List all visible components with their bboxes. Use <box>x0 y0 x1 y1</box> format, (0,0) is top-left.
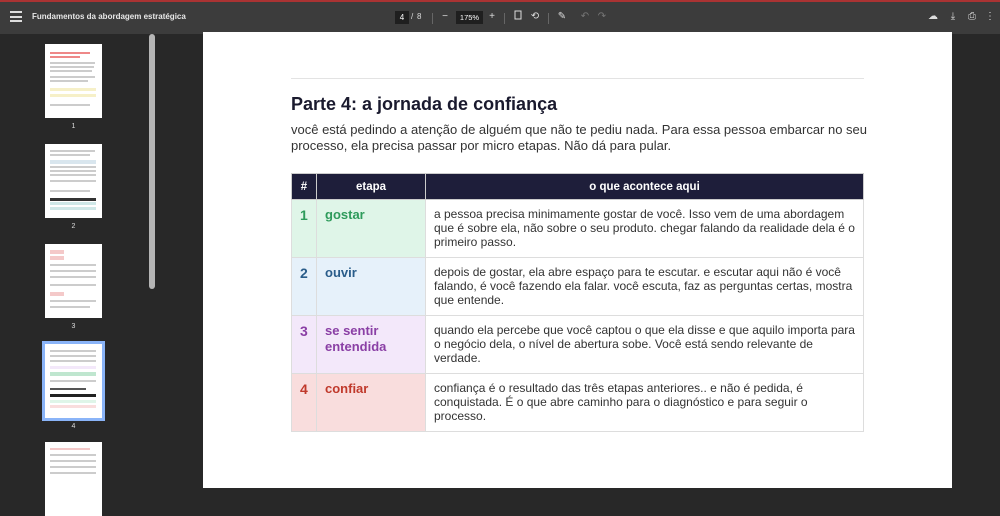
download-icon[interactable]: ⤓ <box>946 10 960 24</box>
thumbnail-label: 3 <box>71 323 76 330</box>
table-row: 3 se sentir entendida quando ela percebe q… <box>291 315 864 374</box>
step-number: 2 <box>291 257 317 316</box>
thumbnail-sidebar: 1 2 3 4 <box>0 34 158 516</box>
step-name: gostar <box>316 199 426 258</box>
column-header: # <box>291 173 317 200</box>
redo-icon[interactable]: ↷ <box>595 10 609 24</box>
rotate-icon[interactable]: ⟲ <box>528 10 542 24</box>
page-total: 8 <box>417 12 422 21</box>
step-name: se sentir entendida <box>316 315 426 374</box>
more-options-icon[interactable]: ⋮ <box>983 10 997 24</box>
zoom-input[interactable]: 175% <box>456 11 483 24</box>
step-name: confiar <box>316 373 426 432</box>
sidebar-scrollbar-thumb[interactable] <box>149 34 155 289</box>
table-row: 2 ouvir depois de gostar, ela abre espaço … <box>291 257 864 316</box>
thumbnail-label: 2 <box>71 223 76 230</box>
menu-icon[interactable] <box>10 11 22 23</box>
page-separator: / <box>411 12 414 21</box>
document-title: Fundamentos da abordagem estratégica <box>32 12 186 21</box>
divider <box>548 13 549 24</box>
table-row: 1 gostar a pessoa precisa minimamente gost… <box>291 199 864 258</box>
thumbnail-page-2[interactable] <box>45 144 102 218</box>
zoom-in-icon[interactable]: + <box>485 10 499 24</box>
divider <box>291 78 864 79</box>
trust-journey-table: # etapa o que acontece aqui 1 gostar a pes… <box>291 173 864 432</box>
thumbnail-label: 1 <box>71 123 76 130</box>
thumbnail-page-1[interactable] <box>45 44 102 118</box>
print-icon[interactable]: ⎙ <box>965 10 979 24</box>
table-row: 4 confiar confiança é o resultado das três… <box>291 373 864 432</box>
section-heading: Parte 4: a jornada de confiança <box>291 94 558 114</box>
step-name: ouvir <box>316 257 426 316</box>
divider <box>504 13 505 24</box>
step-description: quando ela percebe que você captou o que… <box>425 315 864 374</box>
step-number: 3 <box>291 315 317 374</box>
step-number: 1 <box>291 199 317 258</box>
thumbnail-page-5[interactable] <box>45 442 102 516</box>
annotate-icon[interactable]: ✎ <box>555 10 569 24</box>
thumbnail-page-3[interactable] <box>45 244 102 318</box>
undo-icon[interactable]: ↶ <box>578 10 592 24</box>
step-description: a pessoa precisa minimamente gostar de v… <box>425 199 864 258</box>
thumbnail-page-4[interactable] <box>42 341 105 421</box>
pdf-page: Parte 4: a jornada de confiança você est… <box>203 32 952 488</box>
intro-paragraph: você está pedindo a atenção de alguém qu… <box>291 122 868 153</box>
fit-page-icon[interactable] <box>511 10 525 24</box>
step-description: depois de gostar, ela abre espaço para t… <box>425 257 864 316</box>
page-number-input[interactable]: 4 <box>395 11 409 24</box>
thumbnail-label: 4 <box>71 423 76 430</box>
toolbar: Fundamentos da abordagem estratégica 4 /… <box>0 0 1000 34</box>
zoom-out-icon[interactable]: − <box>438 10 452 24</box>
column-header: etapa <box>316 173 426 200</box>
step-description: confiança é o resultado das três etapas … <box>425 373 864 432</box>
table-header-row: # etapa o que acontece aqui <box>291 173 864 200</box>
column-header: o que acontece aqui <box>425 173 864 200</box>
drive-icon[interactable]: ☁ <box>926 10 940 24</box>
step-number: 4 <box>291 373 317 432</box>
divider <box>432 13 433 24</box>
